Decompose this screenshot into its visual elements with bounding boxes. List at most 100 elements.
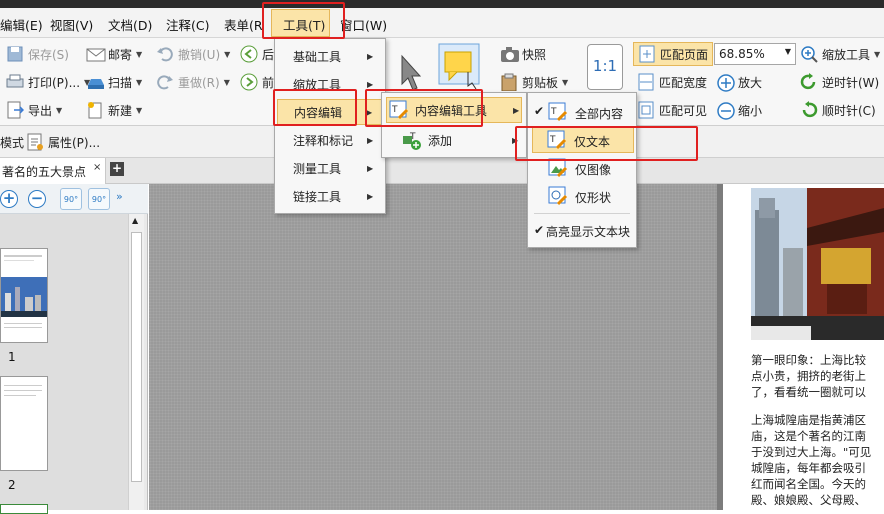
submenu-arrow-icon: ▶ [513, 105, 520, 115]
fit-width-label: 匹配宽度 [659, 75, 708, 90]
menu-item-measure-tools[interactable]: 测量工具 ▶ [275, 155, 385, 181]
menu-item-link-tools[interactable]: 链接工具 ▶ [275, 183, 385, 209]
more-chevron-icon[interactable]: » [116, 190, 123, 203]
add-tab-button[interactable]: + [110, 162, 124, 176]
document-tab-bar: 著名的五大景点 × + [0, 158, 884, 184]
snapshot-button[interactable]: 快照 [500, 42, 546, 66]
zoom-tool-button[interactable]: 缩放工具 ▼ [800, 42, 880, 66]
mail-button[interactable]: 邮寄 ▼ [86, 42, 142, 66]
document-tab[interactable]: 著名的五大景点 [0, 158, 106, 184]
menu-item-zoom-tools[interactable]: 缩放工具 ▶ [275, 71, 385, 97]
mail-icon [86, 45, 106, 63]
properties-button[interactable]: 属性(P)... [26, 130, 100, 154]
rotate-ccw-button[interactable]: 逆时针(W) [800, 70, 879, 94]
chevron-down-icon[interactable]: ▼ [785, 47, 791, 56]
tab-close-icon[interactable]: × [93, 162, 101, 173]
menu-document[interactable]: 文档(D) [108, 15, 152, 34]
submenu-arrow-icon: ▶ [367, 51, 374, 61]
camera-icon [500, 45, 519, 63]
fit-page-button[interactable]: 匹配页面 [633, 42, 714, 66]
menu-comment[interactable]: 注释(C) [166, 15, 209, 34]
undo-icon [156, 45, 174, 63]
scan-button[interactable]: 扫描 ▼ [86, 70, 142, 94]
zoom-value: 68.85% [719, 47, 765, 61]
page-thumbnail-2[interactable] [0, 376, 48, 471]
export-label: 导出 [28, 103, 53, 118]
back-button[interactable]: 后 [240, 42, 274, 66]
zoom-combobox[interactable]: 68.85% ▼ [714, 43, 796, 65]
fit-visible-button[interactable]: 匹配可见 [637, 98, 707, 122]
rotate-cw-button[interactable]: 顺时针(C) [800, 98, 876, 122]
image-only-icon [548, 158, 568, 181]
menu-item-content-edit-tool[interactable]: T 内容编辑工具 ▶ [386, 97, 522, 123]
svg-text:T: T [550, 107, 557, 117]
scroll-up-icon[interactable]: ▲ [132, 216, 138, 225]
menu-item-label: 仅文本 [574, 135, 611, 149]
zoom-tool-label: 缩放工具 [822, 47, 871, 62]
thumbnail-scrollbar[interactable]: ▲ [128, 214, 144, 510]
menu-separator [534, 213, 630, 214]
properties-icon [26, 133, 44, 151]
menu-form[interactable]: 表单(R [224, 15, 263, 34]
content-tools-submenu: ✔ T 全部内容 T 仅文本 仅图像 仅形状 ✔ 高亮显示文本块 [527, 92, 637, 248]
save-button[interactable]: 保存(S) [6, 42, 69, 66]
new-label: 新建 [108, 103, 133, 118]
submenu-arrow-icon: ▶ [367, 79, 374, 89]
properties-label: 属性(P)... [48, 135, 101, 150]
submenu-arrow-icon: ▶ [512, 135, 519, 145]
zoom-in-label: 放大 [738, 75, 763, 90]
fit-width-button[interactable]: 匹配宽度 [637, 70, 707, 94]
menu-item-label: 链接工具 [293, 189, 342, 204]
zoom-out-thumb-icon[interactable]: − [28, 190, 46, 208]
export-button[interactable]: 导出 ▼ [6, 98, 62, 122]
menu-item-add[interactable]: T 添加 ▶ [386, 127, 522, 153]
menu-item-all-content[interactable]: ✔ T 全部内容 [530, 99, 636, 125]
zoom-in-button[interactable]: 放大 [716, 70, 762, 94]
paragraph-2-line: 殿、娘娘殿、父母殿、 [751, 493, 866, 507]
menu-view[interactable]: 视图(V) [50, 15, 93, 34]
thumbnail-toolbar: + − 90° 90° » [0, 184, 148, 214]
paragraph-1-line: 第一眼印象：上海比较 [751, 353, 866, 367]
menu-tools-active-label[interactable]: 工具(T) [283, 15, 325, 34]
menu-item-basic-tools[interactable]: 基础工具 ▶ [275, 43, 385, 69]
menu-window[interactable]: 窗口(W) [340, 15, 387, 34]
rotate-ccw-icon [800, 73, 818, 91]
comment-tool-icon[interactable] [435, 42, 483, 90]
zoom-in-thumb-icon[interactable]: + [0, 190, 18, 208]
menu-item-highlight-text-blocks[interactable]: ✔ 高亮显示文本块 [530, 217, 636, 243]
undo-label: 撤销(U) [178, 47, 221, 62]
rotate-ccw-label: 逆时针(W) [822, 75, 880, 90]
redo-button[interactable]: 重做(R) ▼ [156, 70, 230, 94]
select-cursor-icon[interactable] [394, 48, 422, 94]
mode-label[interactable]: 模式 [0, 134, 24, 151]
rotate-right-thumb-icon[interactable]: 90° [88, 188, 110, 210]
rotate-left-thumb-icon[interactable]: 90° [60, 188, 82, 210]
actual-size-button[interactable]: 1:1 [587, 44, 623, 90]
menu-item-text-only[interactable]: T 仅文本 [532, 127, 634, 153]
undo-button[interactable]: 撤销(U) ▼ [156, 42, 230, 66]
page-photo [751, 188, 884, 340]
back-icon [240, 45, 258, 63]
submenu-arrow-icon: ▶ [367, 163, 374, 173]
fit-width-icon [637, 73, 655, 91]
menu-item-content-edit[interactable]: 内容编辑 ▶ [277, 99, 383, 125]
scrollbar-thumb[interactable] [131, 232, 142, 482]
page-thumbnail-1[interactable] [0, 248, 48, 343]
menu-edit[interactable]: 编辑(E) [0, 15, 43, 34]
zoom-out-button[interactable]: 缩小 [716, 98, 762, 122]
menu-item-label: 缩放工具 [293, 77, 342, 92]
menu-item-image-only[interactable]: 仅图像 [530, 155, 636, 181]
print-label: 打印(P)... [28, 75, 81, 90]
paragraph-2-line: 城隍庙，每年都会吸引 [751, 461, 866, 475]
rotate-cw-label: 顺时针(C) [822, 103, 876, 118]
forward-button[interactable]: 前 [240, 70, 274, 94]
clipboard-button[interactable]: 剪贴板 ▼ [500, 70, 568, 94]
export-icon [6, 101, 25, 119]
new-button[interactable]: 新建 ▼ [86, 98, 142, 122]
menu-item-annotation[interactable]: 注释和标记 ▶ [275, 127, 385, 153]
menu-item-shape-only[interactable]: 仅形状 [530, 183, 636, 209]
paragraph-1-line: 点小贵，拥挤的老街上 [751, 369, 866, 383]
page-thumbnail-3[interactable] [0, 504, 48, 514]
print-button[interactable]: 打印(P)... ▼ [6, 70, 90, 94]
document-page[interactable]: 第一眼印象：上海比较 点小贵，拥挤的老街上 了，看看统一圈就可以 上海城隍庙是指… [723, 184, 884, 510]
